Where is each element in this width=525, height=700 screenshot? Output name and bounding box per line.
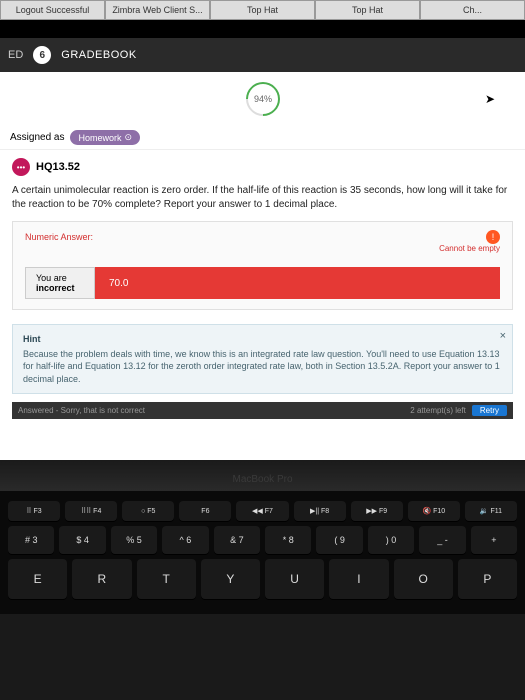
key-R: R <box>72 559 131 599</box>
question-id: HQ13.52 <box>36 161 80 173</box>
assignment-type-pill[interactable]: Homework ⊙ <box>70 130 140 145</box>
tab-1[interactable]: Zimbra Web Client S... <box>105 0 210 20</box>
key-num-3: ^ 6 <box>162 526 208 554</box>
clock-icon: ⊙ <box>125 132 133 143</box>
nav-count-badge: 6 <box>33 46 51 64</box>
close-icon[interactable]: × <box>500 329 506 344</box>
progress-ring: 94% <box>238 75 286 123</box>
course-navbar: ED 6 GRADEBOOK <box>0 38 525 72</box>
key-num-4: & 7 <box>214 526 260 554</box>
toolbar-collapsed <box>0 20 525 38</box>
key-num-5: * 8 <box>265 526 311 554</box>
incorrect-row: You are incorrect 70.0 <box>25 267 500 299</box>
key-fn-7: 🔇 F10 <box>408 501 460 521</box>
assigned-row: Assigned as Homework ⊙ <box>0 126 525 150</box>
key-T: T <box>137 559 196 599</box>
assigned-label: Assigned as <box>10 132 64 143</box>
key-fn-8: 🔉 F11 <box>465 501 517 521</box>
key-num-1: $ 4 <box>59 526 105 554</box>
key-num-0: # 3 <box>8 526 54 554</box>
key-fn-1: ⠿⠿ F4 <box>65 501 117 521</box>
key-num-9: + <box>471 526 517 554</box>
key-fn-0: ⠿ F3 <box>8 501 60 521</box>
hint-body: Because the problem deals with time, we … <box>23 348 502 386</box>
hint-box: × Hint Because the problem deals with ti… <box>12 324 513 394</box>
incorrect-l2: incorrect <box>36 283 84 293</box>
keyboard: ⠿ F3⠿⠿ F4○ F5F6◀◀ F7 ▶|| F8▶▶ F9🔇 F10🔉 F1… <box>0 491 525 614</box>
question-text: A certain unimolecular reaction is zero … <box>0 180 525 221</box>
key-num-2: % 5 <box>111 526 157 554</box>
nav-gradebook-link[interactable]: GRADEBOOK <box>61 49 136 61</box>
nav-ed-label: ED <box>8 49 23 61</box>
question-header: ••• HQ13.52 <box>0 150 525 180</box>
warning-icon: ! <box>486 230 500 244</box>
browser-tabs: Logout Successful Zimbra Web Client S...… <box>0 0 525 20</box>
key-I: I <box>329 559 388 599</box>
key-fn-3: F6 <box>179 501 231 521</box>
progress-value: 94% <box>253 94 271 104</box>
laptop-label: MacBook Pro <box>0 460 525 491</box>
incorrect-l1: You are <box>36 273 84 283</box>
empty-error-text: Cannot be empty <box>25 244 500 253</box>
key-num-8: _ - <box>419 526 465 554</box>
answer-label: Numeric Answer: <box>25 232 500 242</box>
incorrect-label: You are incorrect <box>25 267 95 299</box>
answer-footer: Answered - Sorry, that is not correct 2 … <box>12 402 513 419</box>
footer-status: Answered - Sorry, that is not correct <box>18 406 145 415</box>
tab-3[interactable]: Top Hat <box>315 0 420 20</box>
key-E: E <box>8 559 67 599</box>
tab-2[interactable]: Top Hat <box>210 0 315 20</box>
key-Y: Y <box>201 559 260 599</box>
attempts-left: 2 attempt(s) left <box>410 406 466 415</box>
progress-area: 94% ➤ <box>0 72 525 126</box>
question-type-icon: ••• <box>12 158 30 176</box>
key-fn-2: ○ F5 <box>122 501 174 521</box>
key-num-7: ) 0 <box>368 526 414 554</box>
key-fn-6: ▶▶ F9 <box>351 501 403 521</box>
submitted-answer-bar: 70.0 <box>95 267 500 299</box>
cursor-icon: ➤ <box>485 92 495 106</box>
key-fn-5: ▶|| F8 <box>294 501 346 521</box>
key-O: O <box>394 559 453 599</box>
answer-box: Numeric Answer: ! Cannot be empty You ar… <box>12 221 513 310</box>
hint-title: Hint <box>23 333 502 346</box>
retry-button[interactable]: Retry <box>472 405 507 416</box>
tab-4[interactable]: Ch... <box>420 0 525 20</box>
key-P: P <box>458 559 517 599</box>
key-U: U <box>265 559 324 599</box>
tab-0[interactable]: Logout Successful <box>0 0 105 20</box>
key-fn-4: ◀◀ F7 <box>236 501 288 521</box>
pill-text: Homework <box>78 133 121 143</box>
key-num-6: ( 9 <box>316 526 362 554</box>
